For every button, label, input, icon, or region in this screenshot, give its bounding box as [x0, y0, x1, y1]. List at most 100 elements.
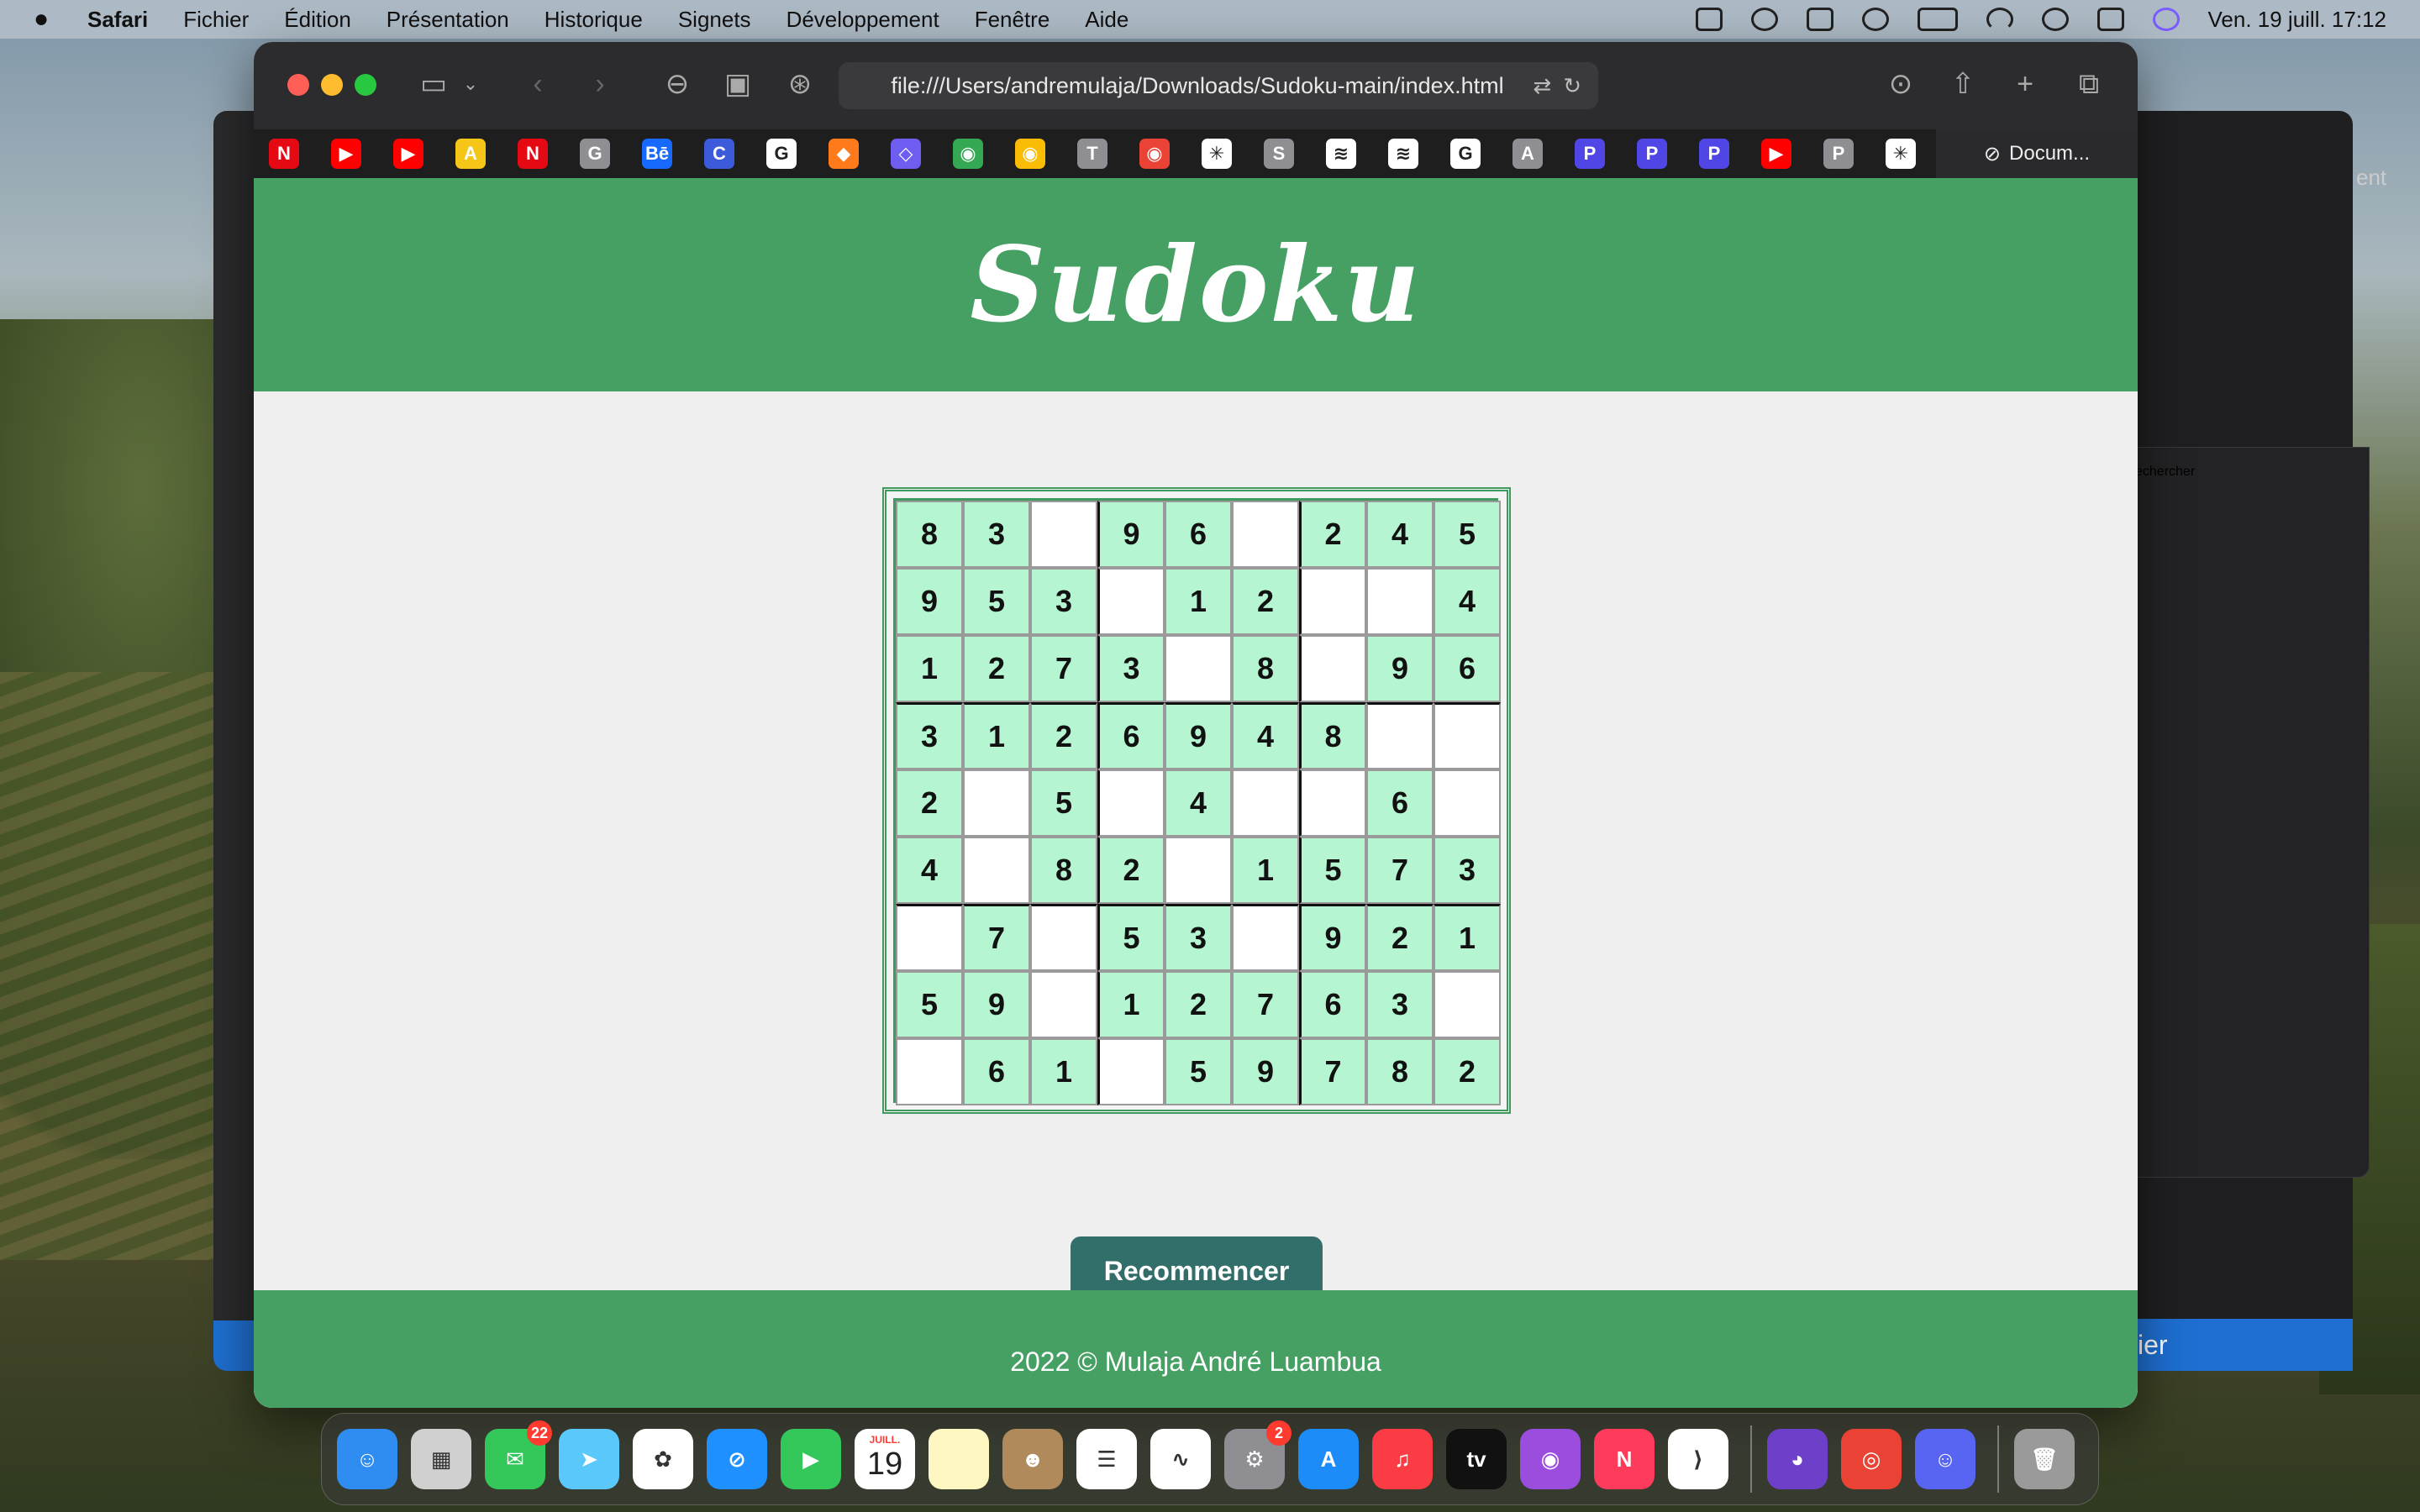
sudoku-cell-r4-c3[interactable]: 2 [1030, 702, 1097, 769]
sudoku-cell-r1-c7[interactable]: 2 [1299, 501, 1366, 568]
sudoku-cell-r3-c4[interactable]: 3 [1097, 635, 1165, 702]
sudoku-cell-r7-c7[interactable]: 9 [1299, 904, 1366, 971]
menu-item-historique[interactable]: Historique [544, 7, 643, 33]
favorite-icon-13[interactable]: ◉ [1015, 139, 1045, 169]
sudoku-cell-r1-c6[interactable] [1232, 501, 1299, 568]
favorite-icon-25[interactable]: ▶ [1761, 139, 1791, 169]
sudoku-cell-r6-c8[interactable]: 7 [1366, 837, 1434, 904]
favorite-icon-14[interactable]: T [1077, 139, 1107, 169]
sudoku-cell-r2-c6[interactable]: 2 [1232, 568, 1299, 635]
sudoku-cell-r5-c4[interactable] [1097, 769, 1165, 837]
favorite-icon-2[interactable]: ▶ [331, 139, 361, 169]
sudoku-cell-r3-c2[interactable]: 2 [963, 635, 1030, 702]
tab-overview-icon[interactable]: ⧉ [2072, 67, 2106, 101]
dock-launchpad-icon[interactable]: ▦ [411, 1429, 471, 1489]
sudoku-cell-r5-c2[interactable] [963, 769, 1030, 837]
sudoku-cell-r6-c4[interactable]: 2 [1097, 837, 1165, 904]
sudoku-cell-r8-c3[interactable] [1030, 971, 1097, 1038]
new-tab-icon[interactable]: + [2008, 67, 2042, 101]
dock-app-store-icon[interactable]: A [1298, 1429, 1359, 1489]
sudoku-cell-r3-c1[interactable]: 1 [896, 635, 963, 702]
favorite-icon-26[interactable]: P [1823, 139, 1854, 169]
sudoku-cell-r3-c8[interactable]: 9 [1366, 635, 1434, 702]
dock-music-icon[interactable]: ♫ [1372, 1429, 1433, 1489]
sudoku-cell-r1-c9[interactable]: 5 [1434, 501, 1501, 568]
sudoku-cell-r8-c2[interactable]: 9 [963, 971, 1030, 1038]
sudoku-cell-r1-c4[interactable]: 9 [1097, 501, 1165, 568]
menu-item-developpement[interactable]: Développement [786, 7, 939, 33]
favorite-icon-5[interactable]: N [518, 139, 548, 169]
sudoku-cell-r6-c9[interactable]: 3 [1434, 837, 1501, 904]
sudoku-cell-r5-c8[interactable]: 6 [1366, 769, 1434, 837]
spotlight-search-icon[interactable] [2041, 8, 2069, 31]
sudoku-cell-r8-c4[interactable]: 1 [1097, 971, 1165, 1038]
dock-trash-icon[interactable]: 🗑 [2014, 1429, 2075, 1489]
sidebar-toggle-icon[interactable]: ▭ [417, 67, 450, 101]
forward-icon[interactable]: › [583, 67, 617, 101]
sudoku-cell-r4-c5[interactable]: 9 [1165, 702, 1232, 769]
menu-item-edition[interactable]: Édition [284, 7, 351, 33]
sudoku-cell-r2-c3[interactable]: 3 [1030, 568, 1097, 635]
translate-icon[interactable]: ⇄ [1533, 62, 1551, 109]
sudoku-cell-r2-c5[interactable]: 1 [1165, 568, 1232, 635]
sudoku-cell-r8-c7[interactable]: 6 [1299, 971, 1366, 1038]
dock-vscode-icon[interactable]: ⟩ [1668, 1429, 1728, 1489]
favorite-icon-6[interactable]: G [580, 139, 610, 169]
dock-contacts-icon[interactable]: ☻ [1002, 1429, 1063, 1489]
sudoku-cell-r3-c9[interactable]: 6 [1434, 635, 1501, 702]
sudoku-cell-r9-c1[interactable] [896, 1038, 963, 1105]
sudoku-cell-r1-c5[interactable]: 6 [1165, 501, 1232, 568]
menu-item-fenetre[interactable]: Fenêtre [975, 7, 1050, 33]
bg-search-field[interactable]: echercher [2135, 465, 2349, 480]
menu-item-presentation[interactable]: Présentation [387, 7, 509, 33]
dock-freeform-icon[interactable]: ∿ [1150, 1429, 1211, 1489]
control-center-icon[interactable] [2096, 8, 2124, 31]
favorite-icon-9[interactable]: G [766, 139, 797, 169]
wifi-icon[interactable] [1986, 8, 2013, 31]
apple-menu-icon[interactable]: ● [34, 7, 57, 32]
favorite-icon-15[interactable]: ◉ [1139, 139, 1170, 169]
battery-icon[interactable] [1917, 8, 1958, 31]
sudoku-cell-r1-c8[interactable]: 4 [1366, 501, 1434, 568]
favorite-icon-22[interactable]: P [1575, 139, 1605, 169]
sudoku-cell-r3-c5[interactable] [1165, 635, 1232, 702]
favorite-icon-16[interactable]: ✳ [1202, 139, 1232, 169]
favorite-icon-24[interactable]: P [1699, 139, 1729, 169]
sudoku-cell-r9-c8[interactable]: 8 [1366, 1038, 1434, 1105]
favorite-icon-4[interactable]: A [455, 139, 486, 169]
sudoku-cell-r5-c5[interactable]: 4 [1165, 769, 1232, 837]
sudoku-cell-r6-c7[interactable]: 5 [1299, 837, 1366, 904]
favorite-icon-19[interactable]: ≋ [1388, 139, 1418, 169]
sudoku-cell-r8-c9[interactable] [1434, 971, 1501, 1038]
dock-safari-icon[interactable]: ⊘ [707, 1429, 767, 1489]
sudoku-cell-r6-c3[interactable]: 8 [1030, 837, 1097, 904]
favorite-icon-21[interactable]: A [1512, 139, 1543, 169]
sudoku-cell-r9-c2[interactable]: 6 [963, 1038, 1030, 1105]
sudoku-cell-r5-c7[interactable] [1299, 769, 1366, 837]
privacy-icon[interactable]: ⊛ [783, 67, 817, 101]
sudoku-cell-r4-c9[interactable] [1434, 702, 1501, 769]
dock-photos-icon[interactable]: ✿ [633, 1429, 693, 1489]
dock-settings-icon[interactable]: ⚙ 2 [1224, 1420, 1292, 1489]
sudoku-cell-r4-c8[interactable] [1366, 702, 1434, 769]
extension-icon[interactable]: ▣ [721, 67, 755, 101]
sudoku-cell-r4-c6[interactable]: 4 [1232, 702, 1299, 769]
sudoku-cell-r6-c1[interactable]: 4 [896, 837, 963, 904]
sudoku-cell-r9-c9[interactable]: 2 [1434, 1038, 1501, 1105]
sudoku-cell-r4-c7[interactable]: 8 [1299, 702, 1366, 769]
reload-icon[interactable]: ↻ [1563, 62, 1581, 109]
sudoku-cell-r9-c3[interactable]: 1 [1030, 1038, 1097, 1105]
favorite-icon-27[interactable]: ✳ [1886, 139, 1916, 169]
menu-item-fichier[interactable]: Fichier [183, 7, 249, 33]
sudoku-cell-r6-c6[interactable]: 1 [1232, 837, 1299, 904]
dock-discord-icon[interactable]: ☺ [1915, 1429, 1975, 1489]
sudoku-cell-r2-c1[interactable]: 9 [896, 568, 963, 635]
block-content-icon[interactable]: ⊖ [660, 67, 694, 101]
sudoku-cell-r3-c6[interactable]: 8 [1232, 635, 1299, 702]
favorite-icon-12[interactable]: ◉ [953, 139, 983, 169]
share-icon[interactable]: ⇧ [1946, 67, 1980, 101]
favorite-icon-3[interactable]: ▶ [393, 139, 424, 169]
sudoku-cell-r7-c6[interactable] [1232, 904, 1299, 971]
sudoku-cell-r8-c6[interactable]: 7 [1232, 971, 1299, 1038]
vpn-shield-icon[interactable] [1750, 8, 1778, 31]
